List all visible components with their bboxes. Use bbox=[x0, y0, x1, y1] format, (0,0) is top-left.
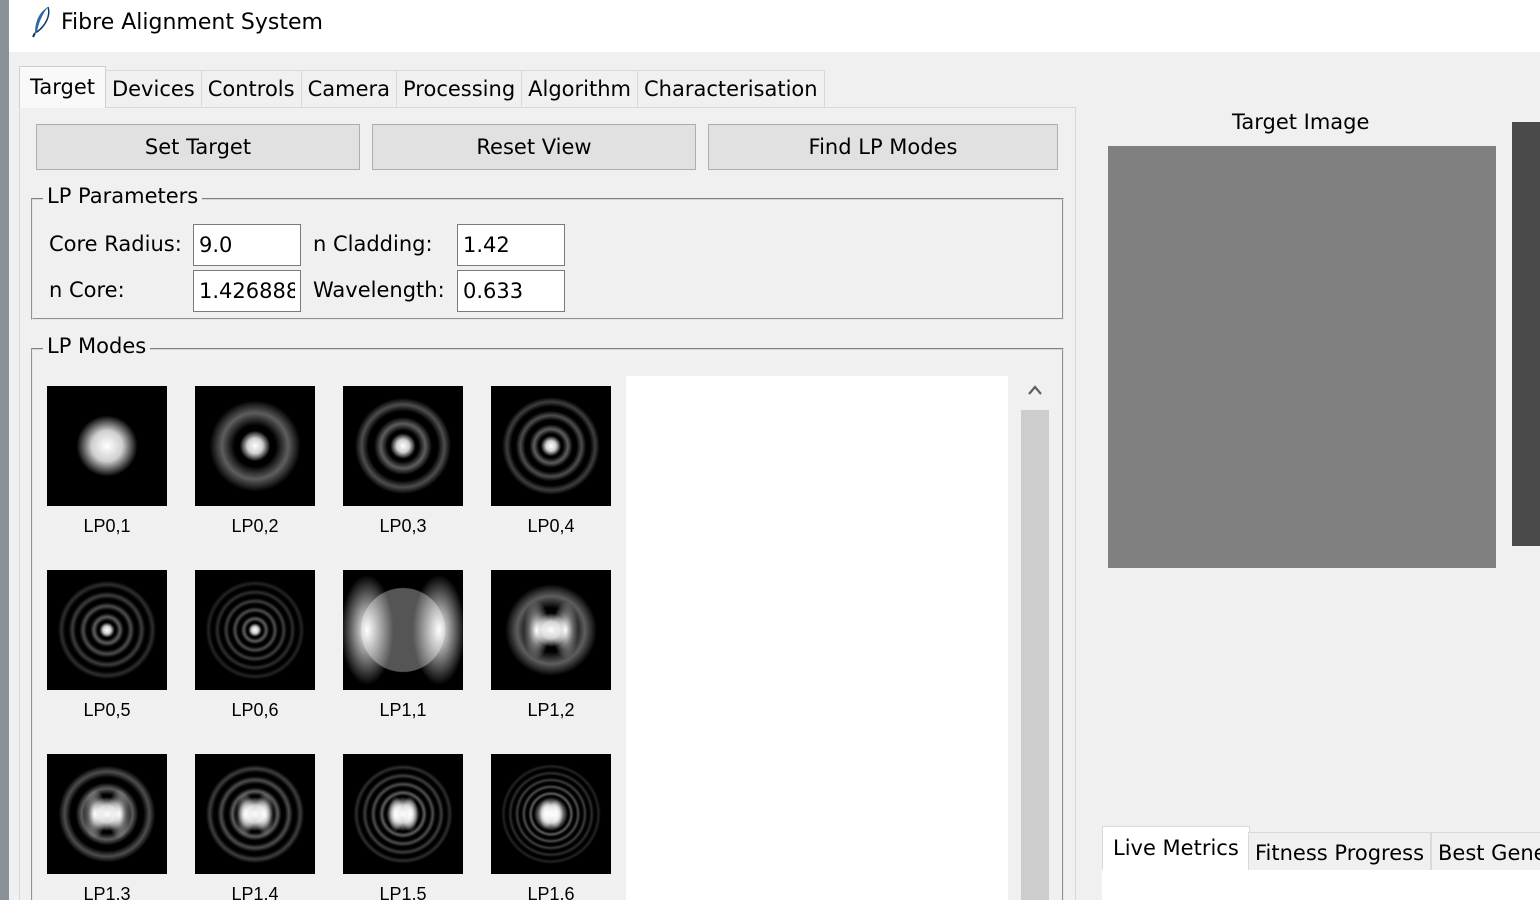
adjacent-canvas-edge bbox=[1512, 122, 1540, 546]
mode-scrollbar[interactable] bbox=[1018, 376, 1052, 900]
feather-icon bbox=[32, 6, 50, 38]
mode-canvas-empty-area bbox=[626, 376, 1008, 900]
lp-mode-cell[interactable]: LP0,1 bbox=[47, 386, 167, 546]
lp-mode-image bbox=[47, 754, 167, 874]
lp-mode-label: LP0,2 bbox=[231, 516, 279, 536]
target-image-preview bbox=[1108, 146, 1496, 568]
wavelength-input[interactable] bbox=[457, 270, 565, 312]
tab-target[interactable]: Target bbox=[19, 66, 106, 108]
title-bar: Fibre Alignment System bbox=[9, 0, 1540, 52]
n-cladding-label: n Cladding: bbox=[313, 232, 433, 256]
lp-mode-image bbox=[491, 386, 611, 506]
lp-mode-label: LP1,6 bbox=[527, 884, 575, 900]
lp-mode-cell[interactable]: LP0,5 bbox=[47, 570, 167, 730]
scrollbar-thumb[interactable] bbox=[1021, 410, 1049, 900]
tab-controls[interactable]: Controls bbox=[200, 70, 302, 108]
lp-mode-image bbox=[343, 570, 463, 690]
lp-mode-label: LP0,1 bbox=[83, 516, 131, 536]
window-title: Fibre Alignment System bbox=[61, 10, 323, 35]
lp-modes-title: LP Modes bbox=[43, 334, 151, 358]
target-tab-page: Set Target Reset View Find LP Modes LP P… bbox=[19, 107, 1076, 900]
tab-best-gene[interactable]: Best Gene bbox=[1431, 832, 1540, 872]
metrics-panel bbox=[1102, 870, 1540, 900]
lp-parameters-title: LP Parameters bbox=[43, 184, 203, 208]
lp-mode-cell[interactable]: LP1,2 bbox=[491, 570, 611, 730]
lp-mode-cell[interactable]: LP1,5 bbox=[343, 754, 463, 900]
chevron-up-icon[interactable] bbox=[1027, 384, 1043, 396]
window-body: Target Devices Controls Camera Processin… bbox=[9, 52, 1540, 900]
lp-parameters-group: LP Parameters Core Radius: n Cladding: n… bbox=[31, 184, 1064, 320]
lp-mode-label: LP1,4 bbox=[231, 884, 279, 900]
core-radius-input[interactable] bbox=[193, 224, 301, 266]
lp-mode-image bbox=[47, 570, 167, 690]
n-cladding-input[interactable] bbox=[457, 224, 565, 266]
lp-mode-image bbox=[491, 754, 611, 874]
lp-mode-label: LP0,5 bbox=[83, 700, 131, 720]
lp-mode-image bbox=[343, 754, 463, 874]
lp-mode-label: LP0,4 bbox=[527, 516, 575, 536]
lp-mode-cell[interactable]: LP1,1 bbox=[343, 570, 463, 730]
lp-mode-image bbox=[343, 386, 463, 506]
n-core-label: n Core: bbox=[49, 278, 125, 302]
lp-mode-label: LP1,5 bbox=[379, 884, 427, 900]
lp-mode-cell[interactable]: LP0,3 bbox=[343, 386, 463, 546]
tab-camera[interactable]: Camera bbox=[300, 70, 398, 108]
core-radius-label: Core Radius: bbox=[49, 232, 182, 256]
lp-modes-group: LP Modes LP0,1 LP0,2 LP0,3 LP0,4 LP0,5 LP0,6 L… bbox=[31, 334, 1064, 900]
tab-algorithm[interactable]: Algorithm bbox=[521, 70, 639, 108]
tab-characterisation[interactable]: Characterisation bbox=[637, 70, 825, 108]
wavelength-label: Wavelength: bbox=[313, 278, 445, 302]
main-tab-bar: Target Devices Controls Camera Processin… bbox=[19, 66, 825, 108]
lp-mode-image bbox=[195, 754, 315, 874]
lp-mode-image bbox=[195, 570, 315, 690]
lp-mode-image bbox=[195, 386, 315, 506]
target-image-title: Target Image bbox=[1232, 110, 1370, 134]
lp-mode-cell[interactable]: LP1,4 bbox=[195, 754, 315, 900]
lp-mode-label: LP1,3 bbox=[83, 884, 131, 900]
lp-mode-label: LP1,1 bbox=[379, 700, 427, 720]
n-core-input[interactable] bbox=[193, 270, 301, 312]
lp-mode-label: LP0,3 bbox=[379, 516, 427, 536]
tab-processing[interactable]: Processing bbox=[396, 70, 523, 108]
lp-mode-label: LP0,6 bbox=[231, 700, 279, 720]
lp-mode-cell[interactable]: LP1,6 bbox=[491, 754, 611, 900]
set-target-button[interactable]: Set Target bbox=[36, 124, 360, 170]
tab-live-metrics[interactable]: Live Metrics bbox=[1102, 826, 1250, 870]
find-lp-modes-button[interactable]: Find LP Modes bbox=[708, 124, 1058, 170]
tab-devices[interactable]: Devices bbox=[104, 70, 202, 108]
lp-mode-label: LP1,2 bbox=[527, 700, 575, 720]
lp-mode-cell[interactable]: LP0,6 bbox=[195, 570, 315, 730]
lp-mode-cell[interactable]: LP0,4 bbox=[491, 386, 611, 546]
lp-mode-image bbox=[47, 386, 167, 506]
tab-fitness-progress[interactable]: Fitness Progress bbox=[1248, 832, 1432, 872]
reset-view-button[interactable]: Reset View bbox=[372, 124, 696, 170]
desktop-edge bbox=[0, 0, 9, 900]
lp-mode-cell[interactable]: LP0,2 bbox=[195, 386, 315, 546]
lp-mode-cell[interactable]: LP1,3 bbox=[47, 754, 167, 900]
lp-mode-image bbox=[491, 570, 611, 690]
